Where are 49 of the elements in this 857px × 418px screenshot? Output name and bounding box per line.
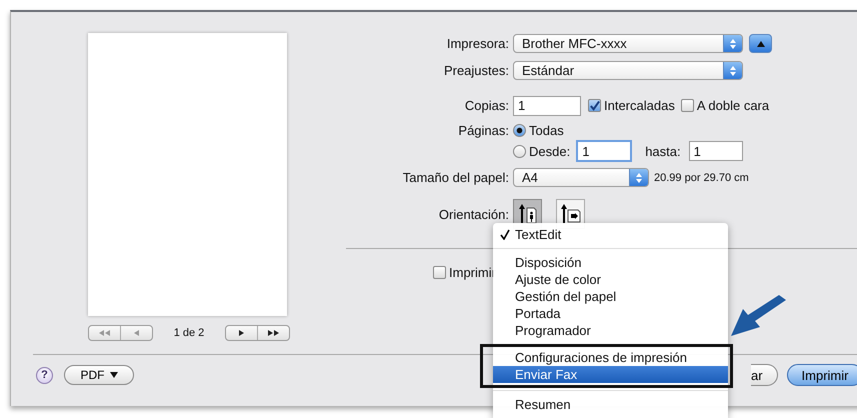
radio-label: Todas — [529, 122, 564, 138]
menu-item[interactable]: Configuraciones de impresión — [493, 349, 728, 366]
page-indicator: 1 de 2 — [172, 327, 206, 339]
pdf-button[interactable]: PDF — [64, 365, 134, 385]
checkbox[interactable] — [588, 99, 601, 112]
copies-field[interactable]: 1 — [513, 96, 581, 116]
caret-icon — [110, 372, 118, 378]
menu-item[interactable]: Disposición — [493, 254, 728, 271]
stepper-icon — [723, 62, 742, 79]
menu-item[interactable]: Resumen — [493, 396, 728, 413]
checkbox-label: A doble cara — [696, 98, 770, 113]
right-triangle-icon — [238, 330, 244, 336]
radio-button[interactable] — [513, 144, 526, 158]
field-label: hasta: — [645, 144, 681, 158]
double-left-triangle-icon — [98, 330, 110, 336]
checkbox-label: Imprimir — [449, 265, 496, 280]
field-label: Copias: — [464, 98, 510, 113]
radio-button[interactable] — [513, 124, 526, 136]
menu-item[interactable]: Programador — [493, 322, 728, 339]
double-right-triangle-icon — [268, 330, 280, 336]
paper-dimensions: 20.99 por 29.70 cm — [654, 172, 749, 184]
left-triangle-icon — [134, 330, 140, 336]
field-label: Tamaño del papel: — [402, 170, 510, 185]
presets-popup[interactable]: Estándar — [513, 61, 743, 80]
checkbox[interactable] — [680, 99, 694, 112]
menu-item[interactable]: Ajuste de color — [493, 271, 728, 288]
menu-item[interactable]: Gestión del papel — [493, 288, 728, 305]
to-field[interactable]: 1 — [688, 141, 743, 161]
field-label: Preajustes: — [442, 63, 510, 78]
field-label: Orientación: — [438, 206, 510, 222]
field-label: Páginas: — [457, 122, 510, 138]
print-button[interactable]: Imprimir — [787, 364, 857, 386]
stepper-icon — [629, 169, 648, 186]
up-triangle-icon — [756, 40, 764, 46]
printer-popup[interactable]: Brother MFC-xxxx — [513, 34, 743, 53]
paper-size-popup[interactable]: A4 — [513, 168, 649, 187]
menu-item[interactable]: TextEdit — [493, 226, 728, 243]
menu-item[interactable]: Enviar Fax — [493, 366, 728, 383]
cancel-button[interactable]: ar — [751, 364, 778, 386]
help-button[interactable]: ? — [36, 366, 53, 384]
from-field[interactable]: 1 — [576, 140, 632, 162]
pointer-arrow — [731, 295, 787, 337]
menu-item[interactable]: Portada — [493, 305, 728, 322]
radio-label: Desde: — [529, 144, 570, 158]
stepper-icon — [723, 35, 742, 52]
checkbox-label: Intercaladas — [604, 98, 675, 113]
field-label: Impresora: — [446, 36, 510, 51]
collapse-button[interactable] — [749, 34, 772, 53]
checkbox[interactable] — [433, 266, 446, 279]
